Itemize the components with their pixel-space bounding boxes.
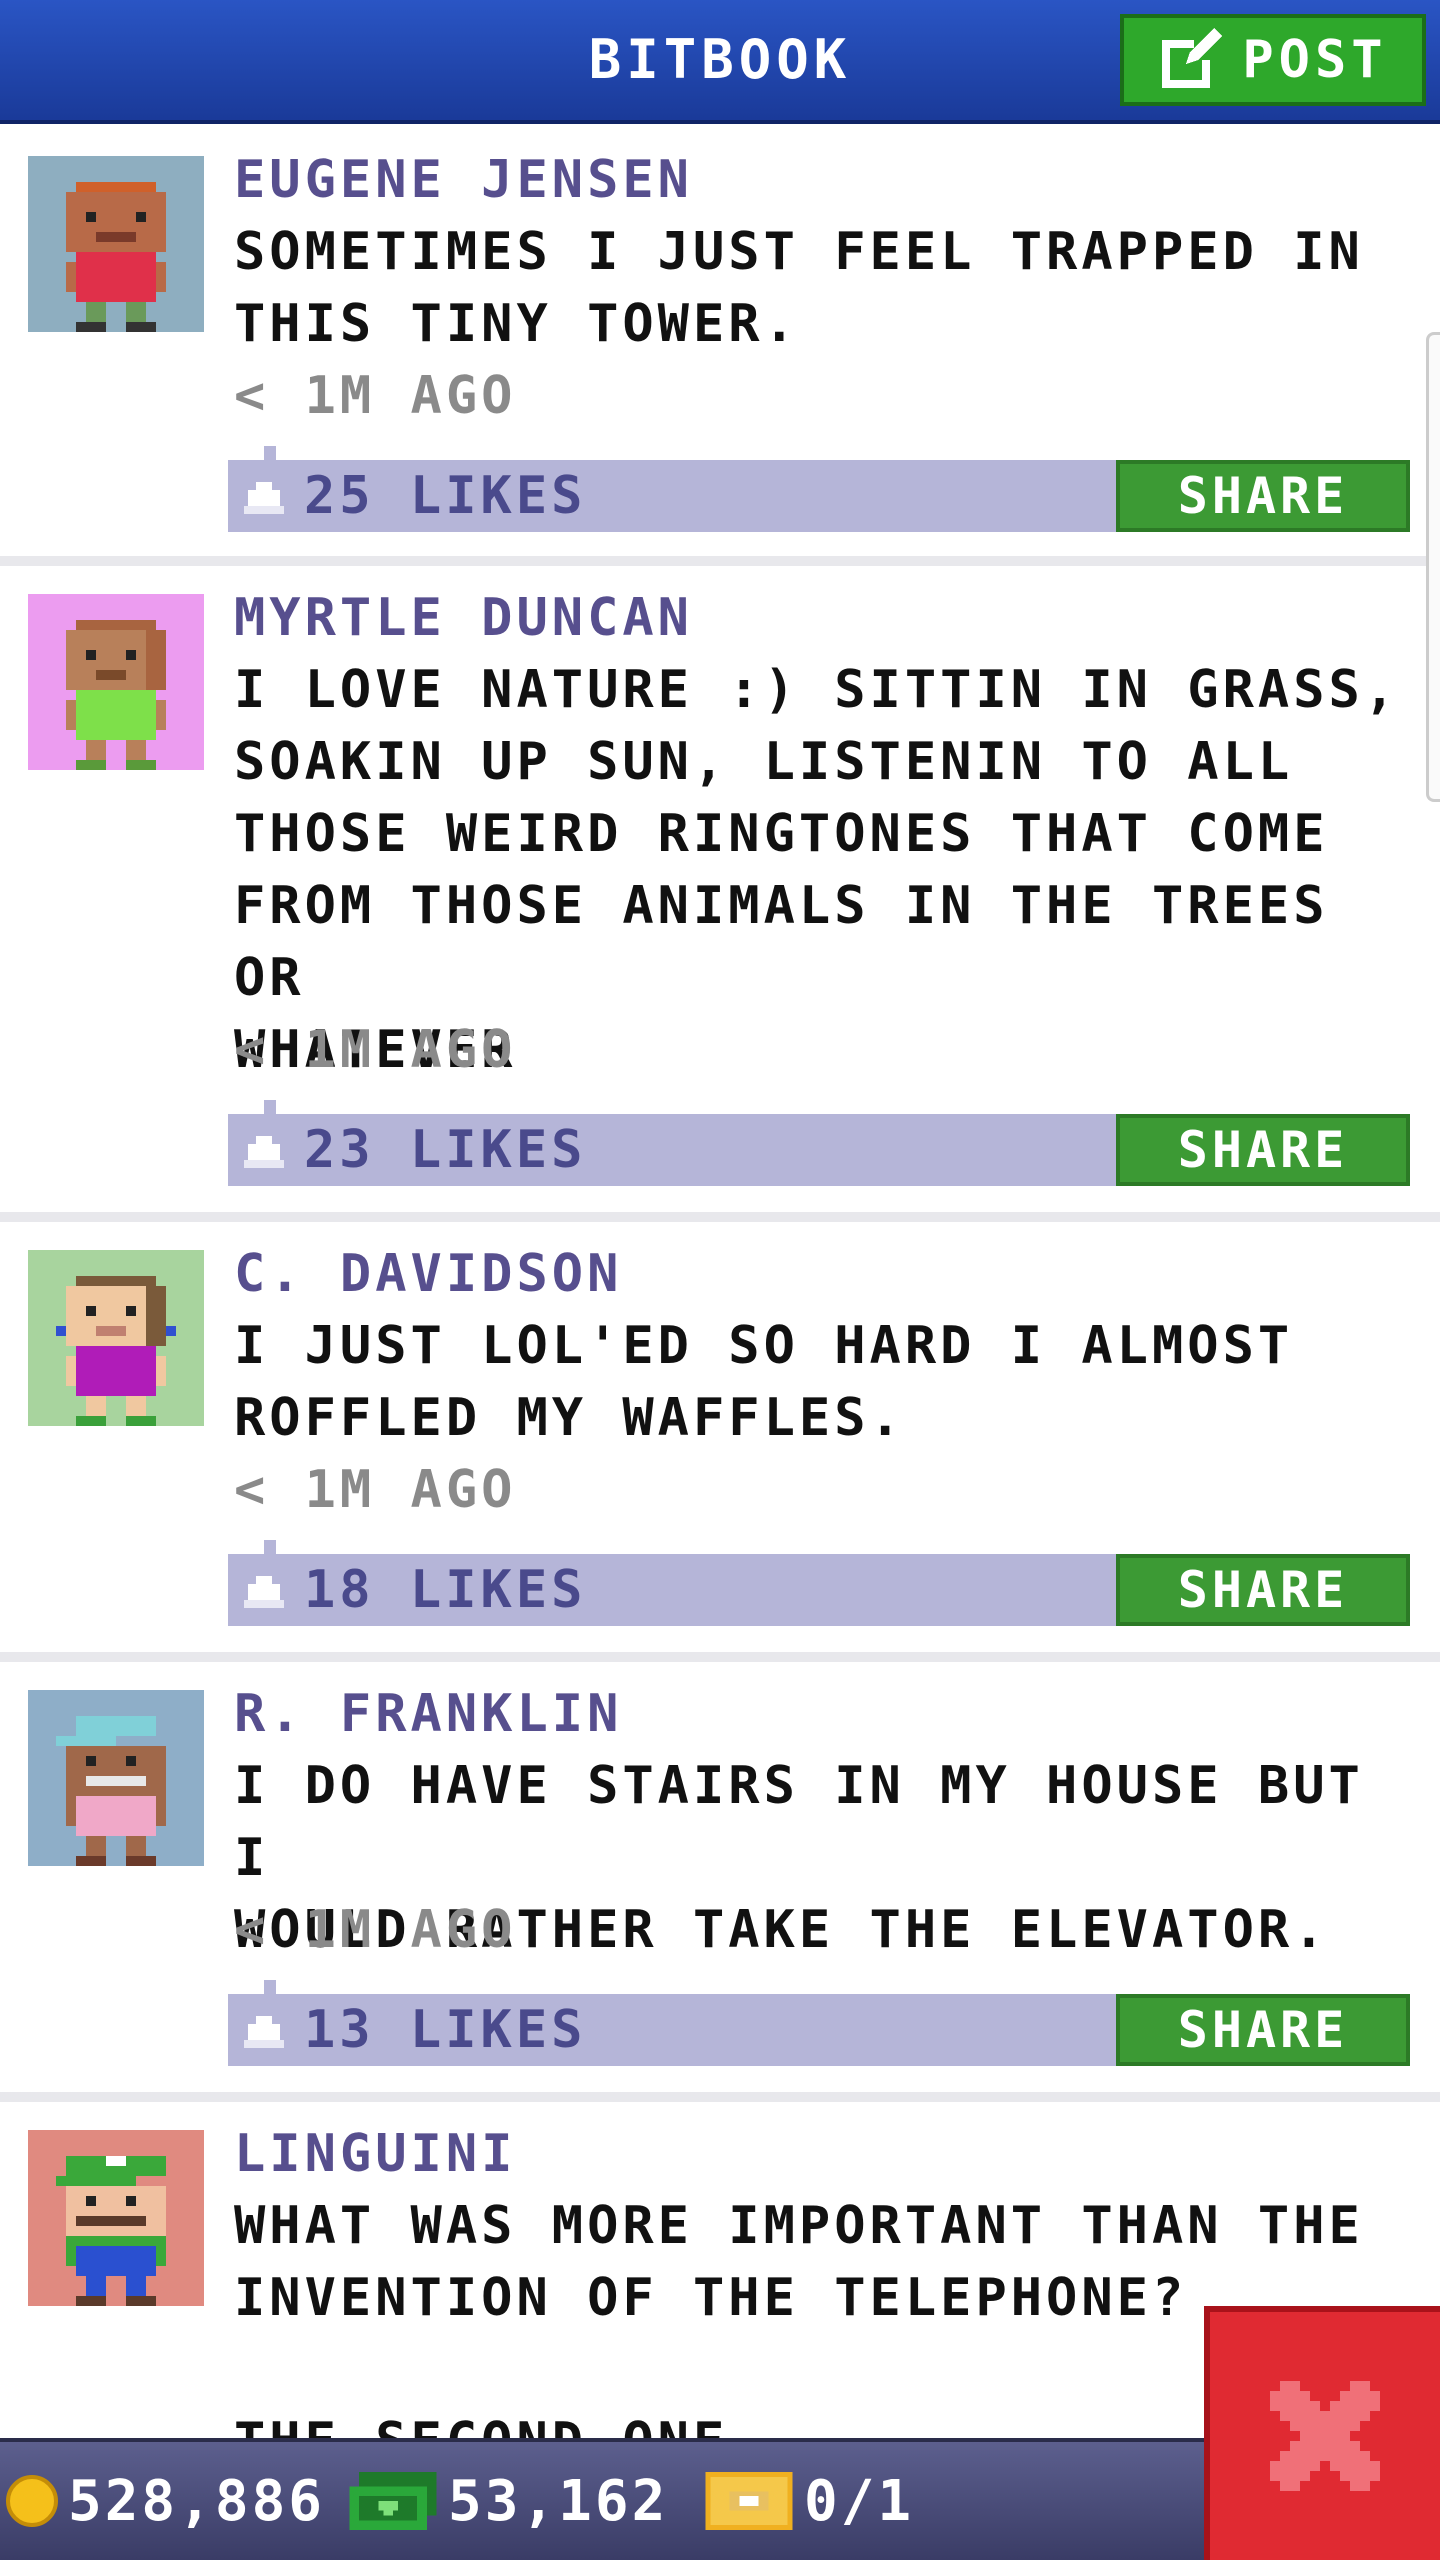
coin-icon bbox=[6, 2475, 58, 2527]
post-time: < 1M AGO bbox=[234, 1460, 517, 1520]
post-author: R. FRANKLIN bbox=[234, 1684, 623, 1744]
tickets-stat: 0/1 bbox=[704, 2442, 914, 2560]
post-item: MYRTLE DUNCAN I LOVE NATURE :) SITTIN IN… bbox=[0, 566, 1440, 1222]
message-line: SOAKIN UP SUN, LISTENIN TO ALL bbox=[234, 732, 1294, 792]
like-icon[interactable] bbox=[244, 2016, 284, 2048]
avatar[interactable] bbox=[28, 156, 204, 332]
close-button[interactable] bbox=[1204, 2306, 1440, 2560]
post-author: LINGUINI bbox=[234, 2124, 517, 2184]
post-message: SOMETIMES I JUST FEEL TRAPPED IN THIS TI… bbox=[234, 216, 1414, 360]
character-sprite bbox=[66, 620, 166, 770]
ticket-icon bbox=[705, 2472, 793, 2530]
coins-stat: 528,886 bbox=[6, 2442, 325, 2560]
post-item: EUGENE JENSEN SOMETIMES I JUST FEEL TRAP… bbox=[0, 128, 1440, 566]
character-sprite bbox=[66, 182, 166, 332]
share-button[interactable]: SHARE bbox=[1116, 460, 1410, 532]
feed: EUGENE JENSEN SOMETIMES I JUST FEEL TRAP… bbox=[0, 128, 1440, 2522]
like-icon[interactable] bbox=[244, 482, 284, 514]
close-icon bbox=[1270, 2381, 1380, 2491]
share-button[interactable]: SHARE bbox=[1116, 1554, 1410, 1626]
likes-count: 18 LIKES bbox=[304, 1560, 587, 1620]
likes-count: 23 LIKES bbox=[304, 1120, 587, 1180]
likes-count: 25 LIKES bbox=[304, 466, 587, 526]
avatar[interactable] bbox=[28, 1250, 204, 1426]
post-author: MYRTLE DUNCAN bbox=[234, 588, 693, 648]
post-item: C. DAVIDSON I JUST LOL'ED SO HARD I ALMO… bbox=[0, 1222, 1440, 1662]
message-line: THIS TINY TOWER. bbox=[234, 294, 799, 354]
coins-value: 528,886 bbox=[68, 2468, 326, 2534]
like-icon[interactable] bbox=[244, 1576, 284, 1608]
message-line: WHAT WAS MORE IMPORTANT THAN THE bbox=[234, 2196, 1364, 2256]
post-item: R. FRANKLIN I DO HAVE STAIRS IN MY HOUSE… bbox=[0, 1662, 1440, 2102]
message-line: I JUST LOL'ED SO HARD I ALMOST bbox=[234, 1316, 1294, 1376]
post-time: < 1M AGO bbox=[234, 1900, 517, 1960]
like-icon[interactable] bbox=[244, 1136, 284, 1168]
share-button[interactable]: SHARE bbox=[1116, 1114, 1410, 1186]
message-line: I LOVE NATURE :) SITTIN IN GRASS, bbox=[234, 660, 1400, 720]
post-time: < 1M AGO bbox=[234, 366, 517, 426]
app-header: BITBOOK POST bbox=[0, 0, 1440, 124]
post-button-label: POST bbox=[1242, 30, 1388, 90]
character-sprite bbox=[56, 1716, 166, 1866]
post-author: C. DAVIDSON bbox=[234, 1244, 623, 1304]
message-line: SOMETIMES I JUST FEEL TRAPPED IN bbox=[234, 222, 1364, 282]
likes-bar: 23 LIKES SHARE bbox=[228, 1100, 1410, 1186]
bux-value: 53,162 bbox=[448, 2468, 669, 2534]
likes-bar: 25 LIKES SHARE bbox=[228, 446, 1410, 532]
tickets-value: 0/1 bbox=[804, 2468, 915, 2534]
scrollbar[interactable] bbox=[1426, 332, 1440, 802]
message-line: FROM THOSE ANIMALS IN THE TREES OR bbox=[234, 876, 1329, 1008]
message-line: ROFFLED MY WAFFLES. bbox=[234, 1388, 905, 1448]
likes-bar: 13 LIKES SHARE bbox=[228, 1980, 1410, 2066]
avatar[interactable] bbox=[28, 594, 204, 770]
character-sprite bbox=[56, 1276, 176, 1426]
likes-count: 13 LIKES bbox=[304, 2000, 587, 2060]
likes-bar: 18 LIKES SHARE bbox=[228, 1540, 1410, 1626]
bux-icon bbox=[349, 2472, 437, 2530]
message-line: I DO HAVE STAIRS IN MY HOUSE BUT I bbox=[234, 1756, 1364, 1888]
bux-stat: 53,162 bbox=[348, 2442, 668, 2560]
post-message: I JUST LOL'ED SO HARD I ALMOST ROFFLED M… bbox=[234, 1310, 1414, 1454]
character-sprite bbox=[56, 2156, 166, 2306]
post-time: < 1M AGO bbox=[234, 1020, 517, 1080]
compose-icon bbox=[1162, 28, 1223, 88]
message-line: THOSE WEIRD RINGTONES THAT COME bbox=[234, 804, 1329, 864]
share-button[interactable]: SHARE bbox=[1116, 1994, 1410, 2066]
avatar[interactable] bbox=[28, 1690, 204, 1866]
post-button[interactable]: POST bbox=[1120, 14, 1426, 106]
post-author: EUGENE JENSEN bbox=[234, 150, 693, 210]
avatar[interactable] bbox=[28, 2130, 204, 2306]
